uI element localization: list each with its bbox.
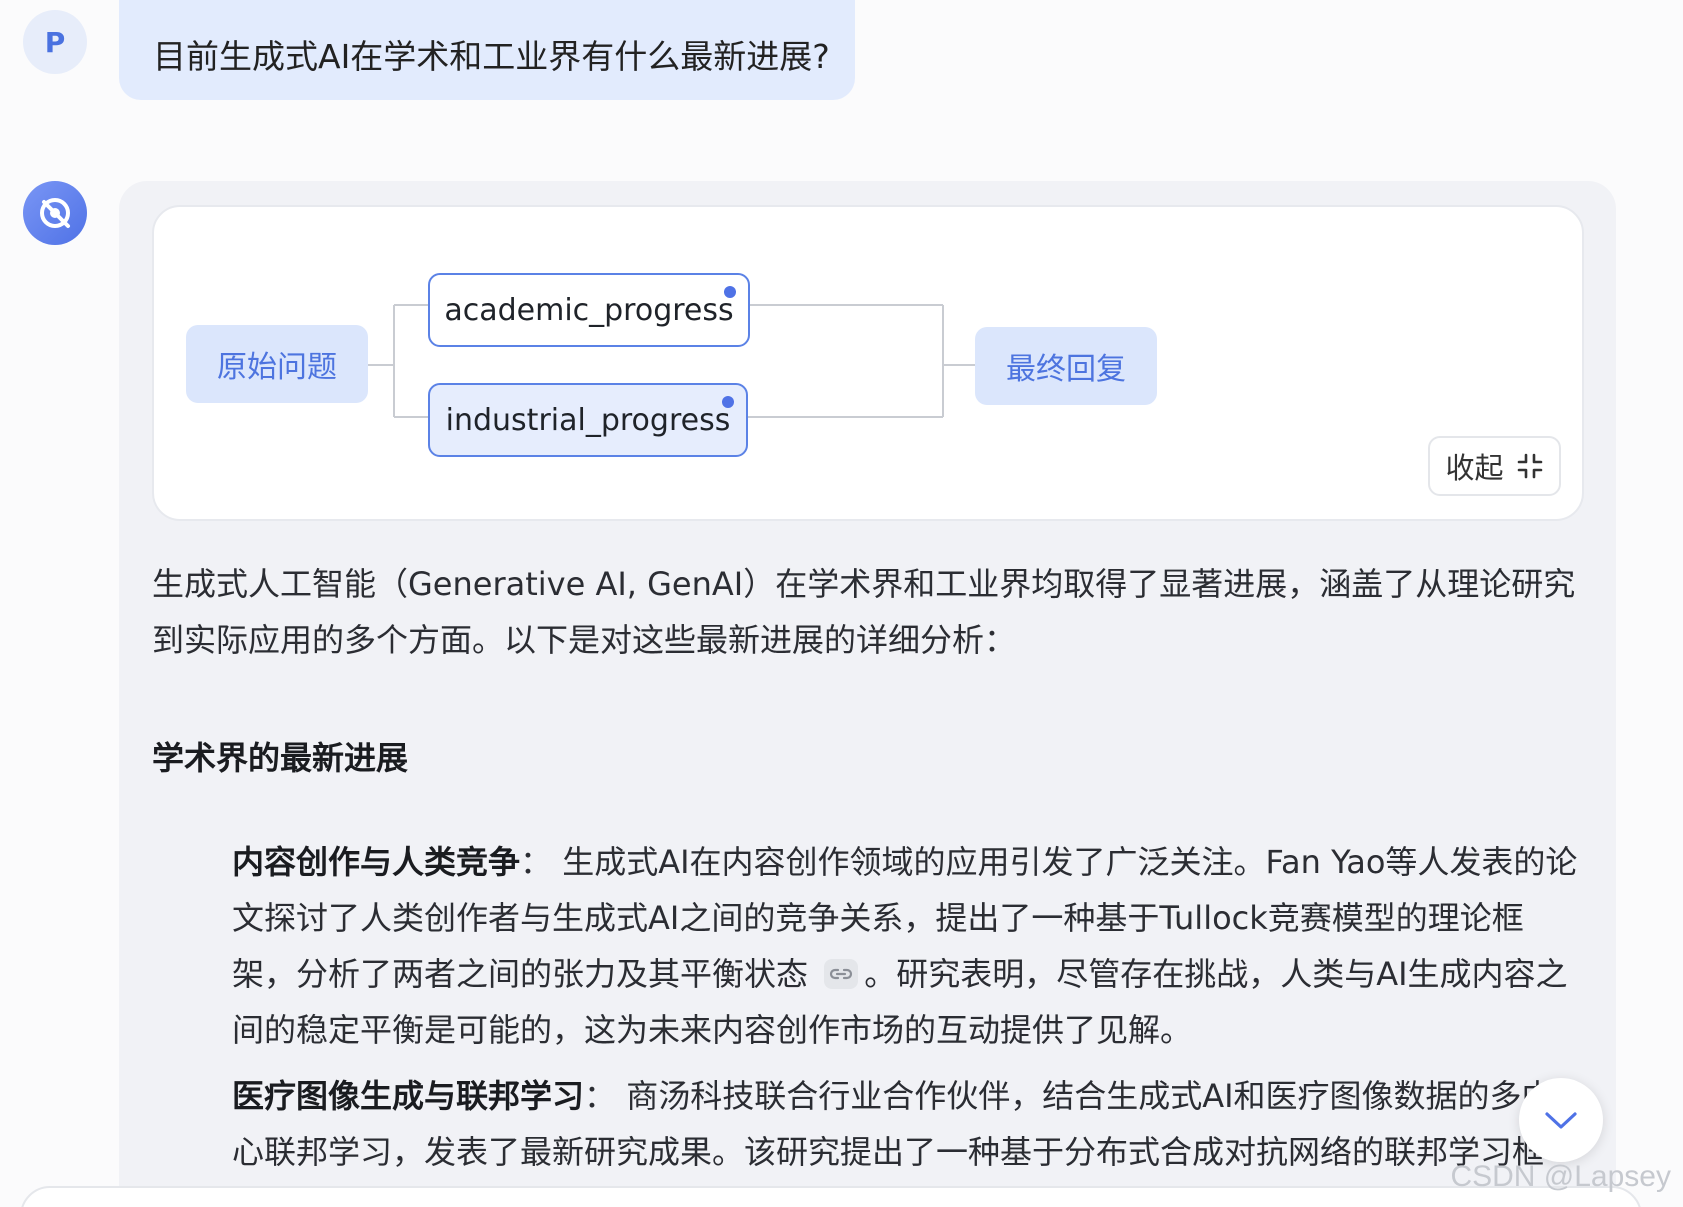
list-item: 内容创作与人类竞争： 生成式AI在内容创作领域的应用引发了广泛关注。Fan Ya… bbox=[232, 834, 1582, 1058]
assistant-logo-icon bbox=[40, 198, 70, 228]
node-academic-progress[interactable]: academic_progress bbox=[428, 273, 750, 347]
list-item: 医疗图像生成与联邦学习： 商汤科技联合行业合作伙伴，结合生成式AI和医疗图像数据… bbox=[232, 1068, 1582, 1180]
chat-stage: P 目前生成式AI在学术和工业界有什么最新进展? 原始问题 academic_p… bbox=[0, 0, 1683, 1207]
intro-paragraph: 生成式人工智能（Generative AI, GenAI）在学术界和工业界均取得… bbox=[152, 565, 1576, 659]
citation-link-icon[interactable] bbox=[824, 959, 859, 989]
node-label: academic_progress bbox=[444, 292, 734, 328]
item-separator: ： bbox=[520, 843, 553, 881]
item-separator: ： bbox=[584, 1077, 617, 1115]
watermark: CSDN @Lapsey bbox=[1450, 1160, 1671, 1193]
chevron-down-icon bbox=[1545, 1112, 1577, 1129]
graph-connectors bbox=[368, 304, 975, 418]
bullet-list: 内容创作与人类竞争： 生成式AI在内容创作领域的应用引发了广泛关注。Fan Ya… bbox=[232, 834, 1582, 1190]
node-final-reply[interactable]: 最终回复 bbox=[975, 327, 1157, 405]
item-title: 医疗图像生成与联邦学习 bbox=[232, 1077, 585, 1115]
section-heading: 学术界的最新进展 bbox=[152, 739, 409, 777]
collapse-label: 收起 bbox=[1445, 451, 1504, 485]
assistant-avatar bbox=[23, 181, 87, 245]
chat-input-box[interactable] bbox=[20, 1186, 1642, 1207]
item-title: 内容创作与人类竞争 bbox=[232, 843, 521, 881]
workflow-graph-panel: 原始问题 academic_progress industrial_progre… bbox=[152, 205, 1584, 521]
user-message-bubble: 目前生成式AI在学术和工业界有什么最新进展? bbox=[119, 0, 855, 100]
user-avatar: P bbox=[23, 10, 87, 74]
node-label: industrial_progress bbox=[445, 402, 731, 438]
answer-intro: 生成式人工智能（Generative AI, GenAI）在学术界和工业界均取得… bbox=[152, 556, 1582, 668]
collapse-arrows-icon bbox=[1517, 453, 1542, 479]
node-industrial-progress[interactable]: industrial_progress bbox=[428, 383, 748, 457]
status-dot bbox=[724, 286, 736, 298]
node-label: 最终回复 bbox=[1006, 352, 1126, 387]
scroll-down-button[interactable] bbox=[1519, 1078, 1603, 1162]
node-label: 原始问题 bbox=[217, 350, 337, 385]
status-dot bbox=[722, 396, 734, 408]
node-original-question[interactable]: 原始问题 bbox=[186, 325, 368, 403]
collapse-button[interactable]: 收起 bbox=[1428, 436, 1561, 496]
